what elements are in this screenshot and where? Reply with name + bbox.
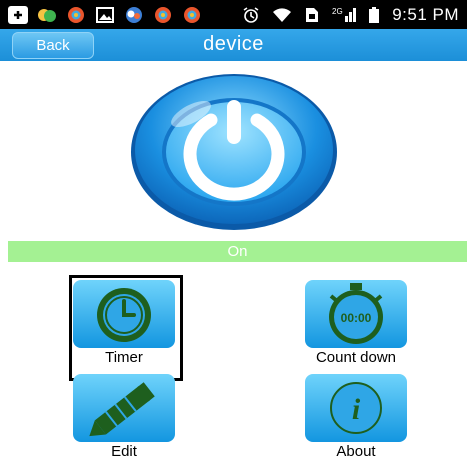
wifi-icon bbox=[272, 7, 292, 23]
about-button[interactable]: i bbox=[304, 373, 408, 443]
clock-time: 9:51 PM bbox=[392, 4, 459, 24]
notification-icons bbox=[8, 5, 202, 24]
app-icon bbox=[37, 6, 57, 24]
browser-icon-3 bbox=[182, 6, 202, 24]
add-box-icon bbox=[8, 5, 28, 24]
gallery-icon bbox=[95, 6, 115, 24]
alarm-icon bbox=[242, 6, 260, 24]
system-icons: 2G 9:51 PM bbox=[242, 5, 459, 25]
page-title: device bbox=[203, 33, 264, 55]
count-down-button[interactable]: 00:00 bbox=[304, 279, 408, 349]
browser-icon-2 bbox=[153, 6, 173, 24]
about-label: About bbox=[336, 443, 376, 460]
power-button[interactable] bbox=[129, 72, 339, 232]
count-down-label: Count down bbox=[315, 349, 397, 366]
edit-label: Edit bbox=[111, 443, 137, 460]
info-icon: i bbox=[305, 374, 407, 442]
app-icon-2 bbox=[124, 6, 144, 24]
power-state-bar: On bbox=[8, 241, 467, 262]
network-label: 2G bbox=[332, 7, 343, 16]
app-bar: Back device bbox=[0, 29, 467, 61]
stopwatch-display: 00:00 bbox=[341, 311, 372, 325]
power-icon bbox=[131, 74, 337, 230]
battery-icon bbox=[368, 6, 380, 24]
signal-icon: 2G bbox=[332, 6, 357, 24]
selection-highlight bbox=[69, 275, 183, 381]
browser-icon bbox=[66, 6, 86, 24]
edit-button[interactable] bbox=[72, 373, 176, 443]
status-bar: 2G 9:51 PM bbox=[0, 0, 467, 29]
sim-icon bbox=[304, 6, 320, 24]
info-glyph: i bbox=[352, 393, 361, 426]
stopwatch-icon: 00:00 bbox=[305, 280, 407, 348]
pencil-icon bbox=[73, 374, 175, 442]
